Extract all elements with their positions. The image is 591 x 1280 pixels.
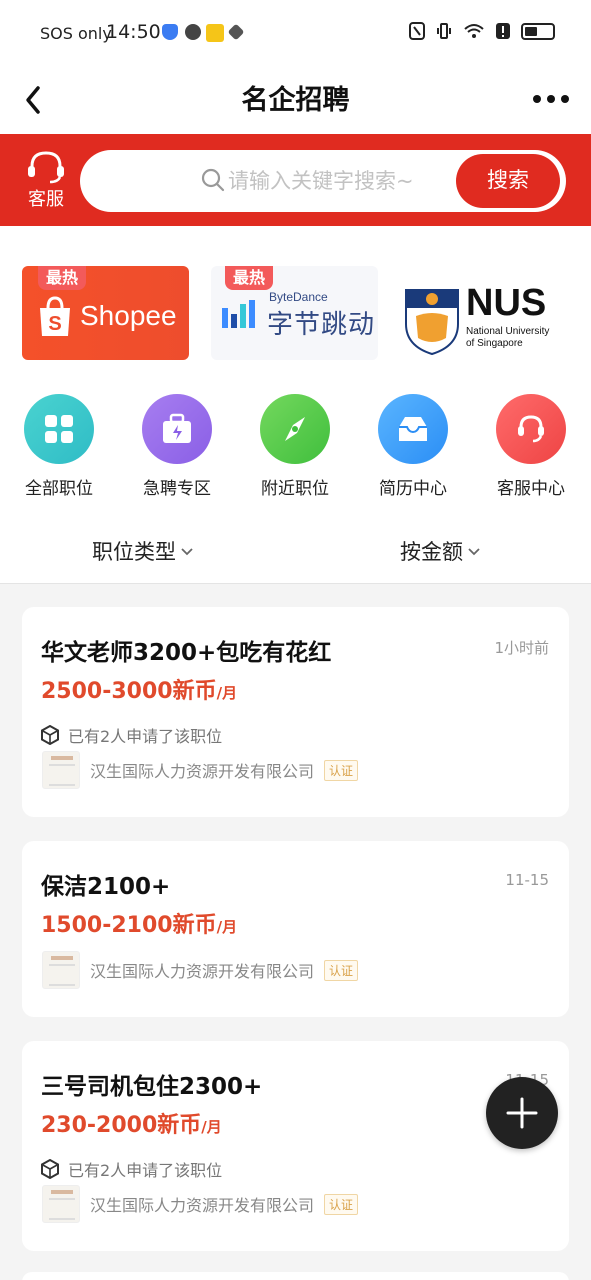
quick-link-urgent[interactable]: 急聘专区 [132,394,222,499]
quick-link-nearby[interactable]: 附近职位 [250,394,340,499]
plus-icon [506,1097,538,1129]
job-salary: 1500-2100新币/月 [41,913,238,938]
job-card[interactable]: 保洁2100+ 11-15 1500-2100新币/月 汉生国际人力资源开发有限… [22,841,569,1017]
status-right-icons [409,22,555,40]
job-type-filter-label: 职位类型 [92,540,176,564]
verified-badge: 认证 [324,1193,359,1215]
quick-link-all-jobs[interactable]: 全部职位 [14,394,104,499]
urgent-briefcase-icon [163,413,191,443]
job-type-filter[interactable]: 职位类型 [92,536,194,566]
headset-icon [518,415,544,443]
business-license-icon [42,751,80,789]
app-header: 名企招聘 [0,66,591,134]
compass-icon [285,417,305,441]
applied-count-row: 已有2人申请了该职位 [40,1157,222,1181]
close-circle-icon [185,24,201,40]
bytedance-bars-icon [222,300,255,328]
search-input[interactable] [228,165,448,197]
verified-badge: 认证 [324,959,359,981]
nus-crest-icon [405,289,459,356]
business-license-icon [42,1185,80,1223]
salary-filter-label: 按金额 [400,540,463,564]
customer-service-label: 客服 [28,189,64,210]
job-card[interactable]: 华文老师3200+包吃有花红 1小时前 2500-3000新币/月 已有2人申请… [22,607,569,817]
job-title: 保洁2100+ [41,874,171,900]
more-options-icon[interactable] [531,84,571,114]
quick-link-label: 简历中心 [379,479,447,499]
salary-filter[interactable]: 按金额 [400,536,481,566]
hot-badge: 最热 [225,266,273,290]
applied-count-text: 已有2人申请了该职位 [68,727,223,746]
shopee-bag-icon: S [40,296,70,336]
company-name: 汉生国际人力资源开发有限公司 [90,762,315,781]
job-title: 华文老师3200+包吃有花红 [41,640,332,666]
battery-icon [521,22,555,40]
quick-link-service-center[interactable]: 客服中心 [486,394,576,499]
vibrate-icon [437,23,451,39]
applied-count-text: 已有2人申请了该职位 [68,1161,223,1180]
applied-count-row: 已有2人申请了该职位 [40,723,222,747]
verified-badge: 认证 [324,759,359,781]
job-time: 11-15 [505,871,549,889]
featured-bytedance-card[interactable]: 最热 ByteDance 字节跳动 [211,266,378,360]
job-card[interactable]: 三号司机包住2300+ 11-15 230-2000新币/月 已有2人申请了该职… [22,1041,569,1251]
company-name: 汉生国际人力资源开发有限公司 [90,1196,315,1215]
nfc-icon [409,22,425,40]
quick-link-label: 全部职位 [25,479,93,499]
bytedance-cn-text: 字节跳动 [267,310,376,340]
status-bar: SOS only 14:50 [0,0,591,66]
cube-icon [41,725,59,745]
featured-shopee-card[interactable]: 最热 S Shopee [22,266,189,360]
shield-icon [162,24,178,40]
job-salary: 2500-3000新币/月 [41,679,238,704]
quick-link-label: 急聘专区 [143,479,211,499]
business-license-icon [42,951,80,989]
quick-link-label: 附近职位 [261,479,329,499]
hot-badge: 最热 [38,266,86,290]
search-band: 客服 搜索 [0,134,591,226]
search-box: 搜索 [80,150,566,212]
job-card[interactable] [22,1272,569,1280]
company-row: 汉生国际人力资源开发有限公司 认证 [42,951,359,989]
customer-service-button[interactable]: 客服 [22,150,70,212]
divider [0,583,591,584]
alert-icon [496,23,510,39]
grid-icon [45,415,73,443]
app-notification-icon [206,24,224,42]
chevron-down-icon [468,548,480,556]
add-button[interactable] [486,1077,558,1149]
chevron-down-icon [181,548,193,556]
svg-text:S: S [48,313,61,335]
job-time: 1小时前 [494,639,549,657]
bytedance-en-text: ByteDance [269,290,328,304]
cube-icon [41,1159,59,1179]
company-row: 汉生国际人力资源开发有限公司 认证 [42,751,359,789]
nus-subtitle: National University of Singapore [466,326,550,349]
clock-text: 14:50 [106,21,161,43]
shopee-logo-text: Shopee [80,300,177,331]
search-icon [201,168,225,192]
link-icon [227,23,245,41]
inbox-icon [399,417,427,441]
quick-link-resume[interactable]: 简历中心 [368,394,458,499]
headset-icon [28,151,64,184]
job-title: 三号司机包住2300+ [41,1074,263,1100]
quick-link-label: 客服中心 [497,479,565,499]
job-salary: 230-2000新币/月 [41,1113,222,1138]
wifi-icon [464,24,484,38]
search-button[interactable]: 搜索 [456,154,560,208]
nus-logo-text: NUS [466,282,547,324]
company-row: 汉生国际人力资源开发有限公司 认证 [42,1185,359,1223]
company-name: 汉生国际人力资源开发有限公司 [90,962,315,981]
page-title: 名企招聘 [241,85,350,116]
featured-nus-card[interactable]: NUS National University of Singapore [400,266,567,360]
carrier-text: SOS only [40,24,112,43]
